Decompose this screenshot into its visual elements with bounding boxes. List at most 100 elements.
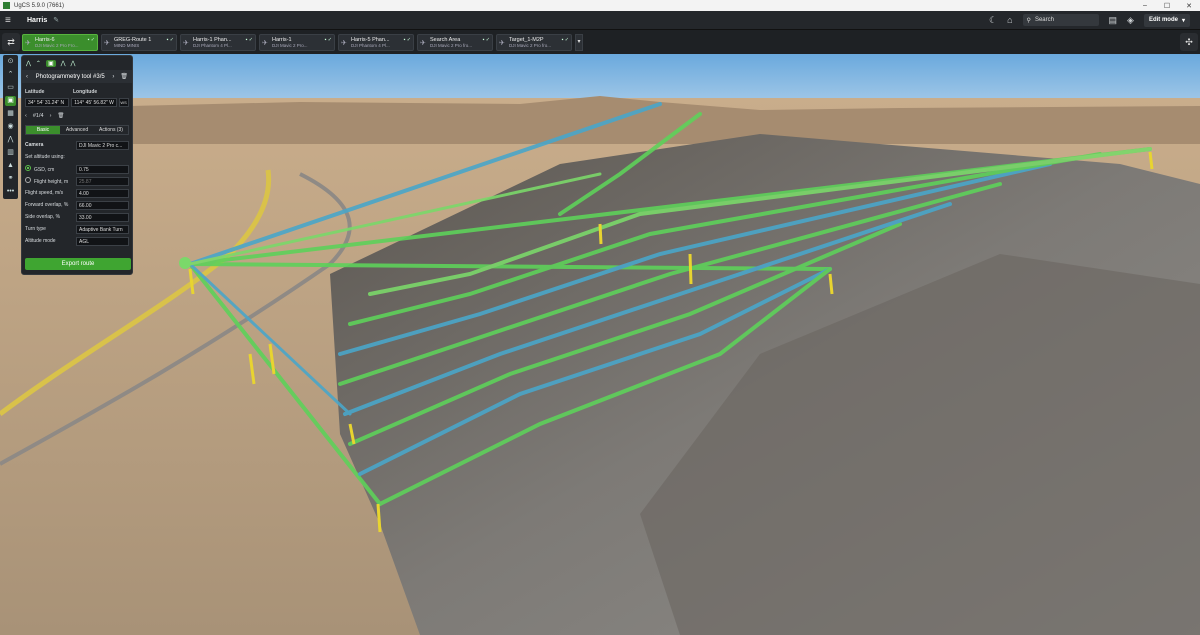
tool-rail: ⊙ ⌃ ▭ ▣ ▦ ◉ ⋀ ▥ ▲ ⚭ ••• — [3, 55, 18, 199]
gsd-radio[interactable] — [25, 165, 31, 171]
altitude-mode-row: Altitude mode AGL — [22, 235, 132, 247]
gsd-row: GSD, cm 0.75 — [22, 163, 132, 175]
route-tab[interactable]: ✈ Harris-1 DJI Mavic 2 Pro... ▪ ✓ — [259, 33, 335, 51]
tool-title: Photogrammetry tool #3/5 — [35, 73, 105, 80]
drone-icon: ✈ — [262, 39, 268, 47]
route-status-icons: ▪ ✓ — [166, 36, 174, 43]
set-altitude-row: Set altitude using: — [22, 151, 132, 163]
route-tab[interactable]: ✈ Harris-6 DJI Mavic 2 Pro Fro... ▪ ✓ — [22, 33, 98, 51]
route-tab[interactable]: ✈ Harris-5 Phan... DJI Phantom 4 Pl... ▪ ✓ — [338, 33, 414, 51]
coords-fields: 34° 54' 31.24" N 114° 45' 56.82" W WS — [22, 97, 132, 108]
app-icon — [3, 2, 10, 9]
shape-icon-5[interactable]: ⋀ — [71, 60, 76, 67]
route-tab[interactable]: ✈ Search Area DJI Mavic 2 Pro fro... ▪ ✓ — [417, 33, 493, 51]
search-input[interactable]: ⚲ Search — [1022, 14, 1099, 26]
delete-tool-icon[interactable]: 🗑 — [120, 73, 128, 80]
route-tab-vehicle: DJI Mavic 2 Pro... — [272, 42, 308, 48]
gsd-label: GSD, cm — [34, 167, 55, 173]
route-tab[interactable]: ✈ GREG-Route 1 MIND MINIS ▪ ✓ — [101, 33, 177, 51]
flight-height-field[interactable]: 25.87 — [75, 176, 129, 186]
bridge-tool-icon[interactable]: ⋀ — [5, 135, 16, 145]
next-point-icon[interactable]: › — [50, 113, 52, 119]
flight-height-radio[interactable] — [25, 177, 31, 183]
document-icon[interactable]: ▤ — [1109, 15, 1118, 26]
minimize-icon[interactable]: – — [1134, 2, 1156, 10]
longitude-label: Longitude — [73, 88, 98, 95]
shape-icon-3[interactable]: ▣ — [45, 59, 56, 67]
delete-point-icon[interactable]: 🗑 — [57, 113, 64, 119]
window-title: UgCS 5.9.0 (7661) — [14, 2, 65, 9]
altitude-mode-label: Altitude mode — [25, 238, 56, 244]
route-tab[interactable]: ✈ Harris-1 Phan... DJI Phantom 4 Pl... ▪ ✓ — [180, 33, 256, 51]
route-tab-vehicle: DJI Mavic 2 Pro fro... — [509, 42, 552, 48]
speed-field[interactable]: 4.00 — [75, 188, 129, 198]
rename-pencil-icon[interactable]: ✎ — [53, 16, 59, 24]
route-tab-vehicle: DJI Mavic 2 Pro fro... — [430, 42, 473, 48]
terrain-scene — [0, 54, 1200, 635]
point-nav: ‹ #1/4 › 🗑 — [22, 110, 132, 121]
route-status-icons: ▪ ✓ — [482, 36, 490, 43]
more-routes-button[interactable]: ▾ — [575, 33, 583, 51]
latitude-field[interactable]: 34° 54' 31.24" N — [25, 98, 70, 107]
routes-toggle-icon[interactable]: ⇄ — [2, 33, 20, 51]
altitude-mode-select[interactable]: AGL — [75, 236, 129, 246]
route-status-icons: ▪ ✓ — [324, 36, 332, 43]
corridor-tool-icon[interactable]: ▥ — [5, 148, 16, 158]
side-overlap-field[interactable]: 33.00 — [75, 212, 129, 222]
flight-height-row: Flight height, m 25.87 — [22, 175, 132, 187]
tab-basic[interactable]: Basic — [26, 126, 60, 134]
longitude-field[interactable]: 114° 45' 56.82" W — [71, 98, 118, 107]
waypoint-tool-icon[interactable]: ⊙ — [5, 57, 16, 67]
tab-actions[interactable]: Actions (3) — [94, 126, 128, 134]
tab-advanced[interactable]: Advanced — [60, 126, 94, 134]
route-status-icons: ▪ ✓ — [403, 36, 411, 43]
forward-overlap-field[interactable]: 66.00 — [75, 200, 129, 210]
speed-row: Flight speed, m/s 4.00 — [22, 187, 132, 199]
next-tool-icon[interactable]: › — [112, 74, 114, 80]
more-tools-icon[interactable]: ••• — [5, 187, 16, 197]
area-tool-icon[interactable]: ▭ — [5, 83, 16, 93]
shape-icon-2[interactable]: ⌃ — [36, 60, 41, 67]
turn-type-label: Turn type — [25, 226, 46, 232]
search-placeholder: Search — [1034, 17, 1054, 23]
close-icon[interactable]: ✕ — [1178, 2, 1200, 10]
photogrammetry-tool-icon[interactable]: ▣ — [5, 96, 16, 106]
photogrammetry-panel: ⋀ ⌃ ▣ ⋀ ⋀ ‹ Photogrammetry tool #3/5 › 🗑… — [21, 55, 133, 275]
export-route-button[interactable]: Export route — [25, 258, 131, 270]
set-altitude-label: Set altitude using: — [25, 154, 65, 160]
maximize-icon[interactable]: ☐ — [1156, 2, 1178, 10]
alt-unit-button[interactable]: WS — [119, 98, 129, 107]
prev-tool-icon[interactable]: ‹ — [26, 74, 28, 80]
grid-tool-icon[interactable]: ▦ — [5, 109, 16, 119]
route-status-icons: ▪ ✓ — [561, 36, 569, 43]
menubar: ≡ Harris ✎ ☾ ⌂ ⚲ Search ▤ ◈ Edit mode ▾ — [0, 11, 1200, 30]
hamburger-menu-icon[interactable]: ≡ — [5, 15, 21, 26]
gsd-field[interactable]: 0.75 — [75, 164, 129, 174]
map-3d-viewport[interactable] — [0, 54, 1200, 635]
search-icon: ⚲ — [1026, 17, 1031, 24]
layers-icon[interactable]: ◈ — [1127, 15, 1134, 26]
edit-mode-dropdown[interactable]: Edit mode ▾ — [1143, 13, 1190, 27]
route-tool-icon[interactable]: ⌃ — [5, 70, 16, 80]
shape-icon-4[interactable]: ⋀ — [61, 60, 66, 67]
camera-row: Camera DJI Mavic 2 Pro c... — [22, 139, 132, 151]
camera-select[interactable]: DJI Mavic 2 Pro c... — [75, 140, 129, 150]
link-tool-icon[interactable]: ⚭ — [5, 174, 16, 184]
route-tab-vehicle: DJI Mavic 2 Pro Fro... — [35, 42, 79, 48]
forward-overlap-row: Forward overlap, % 66.00 — [22, 199, 132, 211]
drone-panel-icon[interactable]: ✣ — [1180, 33, 1198, 51]
prev-point-icon[interactable]: ‹ — [25, 113, 27, 119]
forward-overlap-label: Forward overlap, % — [25, 202, 69, 208]
building-tool-icon[interactable]: ▲ — [5, 161, 16, 171]
circle-tool-icon[interactable]: ◉ — [5, 122, 16, 132]
drone-icon: ✈ — [183, 39, 189, 47]
route-tab[interactable]: ✈ Target_1-M2P DJI Mavic 2 Pro fro... ▪ ✓ — [496, 33, 572, 51]
home-icon[interactable]: ⌂ — [1007, 15, 1012, 25]
night-mode-icon[interactable]: ☾ — [989, 15, 997, 26]
turn-type-select[interactable]: Adaptive Bank Turn — [75, 224, 129, 234]
flight-height-label: Flight height, m — [34, 179, 69, 185]
window-controls: – ☐ ✕ — [1134, 2, 1200, 10]
project-name[interactable]: Harris — [27, 17, 47, 24]
shape-icon-1[interactable]: ⋀ — [26, 60, 31, 67]
segment-shape-selector: ⋀ ⌃ ▣ ⋀ ⋀ — [22, 56, 132, 70]
